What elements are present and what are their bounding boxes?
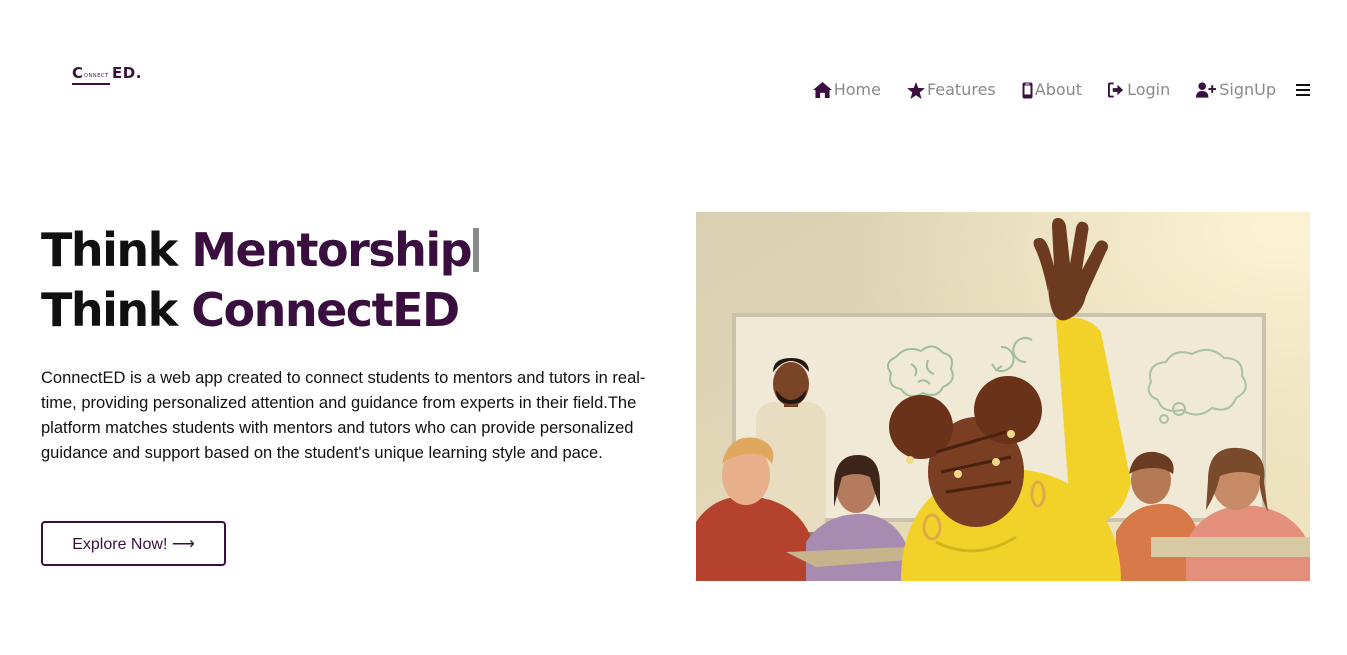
hamburger-icon[interactable] bbox=[1296, 84, 1310, 96]
hero-description: ConnectED is a web app created to connec… bbox=[41, 369, 646, 462]
nav-item-features[interactable]: Features bbox=[907, 78, 996, 102]
hero-line-1-accent: Mentorship bbox=[191, 223, 472, 277]
login-icon bbox=[1108, 82, 1125, 98]
logo-letter-c: C bbox=[72, 64, 84, 82]
hero-line-2-prefix: Think bbox=[41, 283, 192, 337]
mobile-icon bbox=[1022, 82, 1033, 99]
logo-connect-text: ONNECT bbox=[84, 73, 109, 79]
typing-cursor bbox=[473, 228, 480, 272]
nav-item-home[interactable]: Home bbox=[812, 78, 881, 102]
nav-login-label: Login bbox=[1127, 80, 1171, 99]
nav-item-signup[interactable]: SignUp bbox=[1196, 78, 1276, 102]
nav-home-label: Home bbox=[833, 80, 881, 99]
nav-features-label: Features bbox=[926, 80, 996, 99]
hero-line-2: Think ConnectED bbox=[41, 283, 460, 337]
hero-line-2-accent: ConnectED bbox=[191, 283, 460, 337]
user-plus-icon bbox=[1196, 82, 1217, 98]
hero-line-1: Think Mentorship bbox=[41, 223, 480, 277]
logo-underline bbox=[72, 83, 110, 85]
hero-title: Think Mentorship Think ConnectED bbox=[41, 220, 480, 340]
nav-signup-label: SignUp bbox=[1219, 80, 1276, 99]
explore-now-button[interactable]: Explore Now! ⟶ bbox=[41, 521, 226, 566]
logo[interactable]: C ONNECT ED. bbox=[72, 64, 162, 90]
nav-item-login[interactable]: Login bbox=[1108, 78, 1170, 102]
star-icon bbox=[907, 81, 925, 99]
home-icon bbox=[812, 82, 832, 98]
nav-about-label: About bbox=[1034, 80, 1083, 99]
classroom-illustration bbox=[696, 212, 1310, 581]
main-nav: Home Features About Login SignUp bbox=[812, 78, 1310, 102]
logo-ed-text: ED. bbox=[112, 64, 142, 82]
hero-line-1-prefix: Think bbox=[41, 223, 192, 277]
nav-item-about[interactable]: About bbox=[1022, 78, 1082, 102]
